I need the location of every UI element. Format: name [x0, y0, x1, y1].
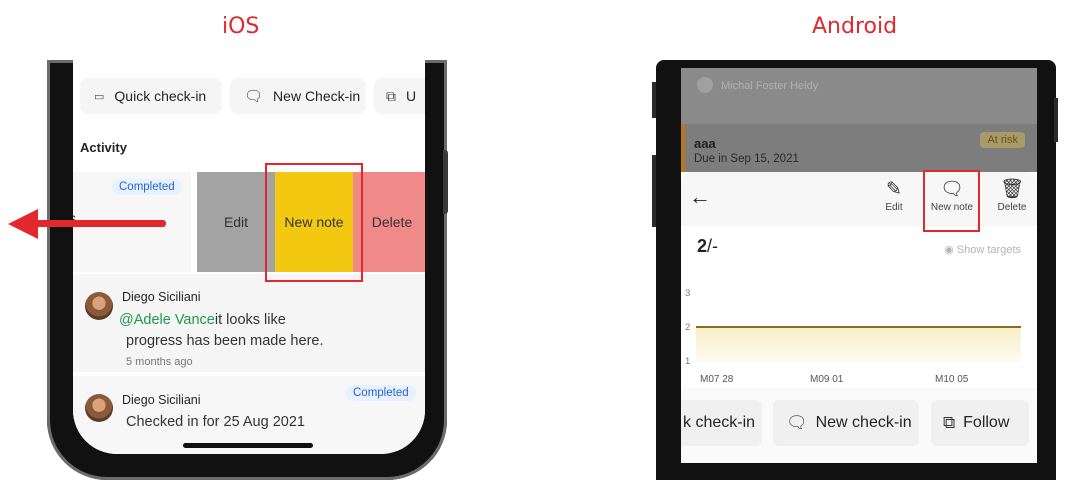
new-note-highlight: [923, 170, 980, 232]
activity-heading: Activity: [80, 140, 127, 155]
edit-button[interactable]: ✎ Edit: [868, 178, 920, 213]
follow-chip[interactable]: ⧉ U: [374, 78, 425, 114]
avatar: [85, 292, 113, 320]
ios-label: iOS: [222, 14, 260, 39]
ios-screen: ▭ Quick check-in 🗨 New Check-in ⧉ U Acti…: [73, 60, 425, 454]
android-label: Android: [812, 14, 898, 39]
status-badge: Completed: [346, 385, 416, 401]
android-side-button: [652, 155, 656, 227]
new-checkin-label: New Check-in: [273, 88, 361, 104]
chart-area-fill: [696, 327, 1021, 362]
follow-button[interactable]: ⧉ Follow: [931, 400, 1029, 446]
at-risk-badge: At risk: [980, 132, 1025, 148]
sheet-toolbar: [681, 172, 1037, 226]
swipe-arrow: [34, 220, 166, 227]
ios-side-button: [443, 150, 448, 214]
comment-card[interactable]: Diego Siciliani @Adele Vanceit looks lik…: [73, 274, 425, 372]
dimmed-goal-title: aaa: [694, 136, 716, 151]
follow-chip-label: U: [406, 88, 417, 104]
checkin-text: Checked in for 25 Aug 2021: [126, 414, 305, 430]
eye-icon: ◉: [944, 244, 957, 256]
delete-button[interactable]: 🗑 Delete: [986, 178, 1037, 213]
y-tick-label: 3: [685, 288, 691, 299]
android-screen: Michal Foster Heldy aaa Due in Sep 15, 2…: [681, 68, 1037, 463]
show-targets-toggle[interactable]: ◉ Show targets: [944, 243, 1021, 256]
android-side-button: [1054, 98, 1058, 142]
comment-text: @Adele Vanceit looks like: [119, 312, 286, 328]
mention-link[interactable]: @Adele Vance: [119, 312, 215, 328]
back-arrow-icon[interactable]: ←: [689, 184, 711, 210]
y-tick-label: 2: [685, 322, 691, 333]
home-indicator: [183, 443, 313, 448]
dimmed-goal-due: Due in Sep 15, 2021: [694, 153, 799, 165]
dimmed-person-name: Michal Foster Heldy: [721, 80, 819, 92]
checkin-author: Diego Siciliani: [122, 393, 201, 407]
swipe-edit-button[interactable]: Edit: [197, 172, 275, 272]
x-tick-label: M10 05: [935, 374, 969, 385]
chat-add-icon: 🗨: [244, 88, 264, 105]
chat-add-icon: 🗨: [786, 413, 808, 432]
quick-checkin-chip[interactable]: ▭ Quick check-in: [80, 78, 222, 114]
swipe-arrow-head: [8, 209, 38, 239]
follow-icon: ⧉: [386, 87, 396, 104]
number-pad-icon: ▭: [94, 90, 105, 103]
comment-timestamp: 5 months ago: [126, 356, 193, 368]
status-badge: Completed: [112, 179, 182, 195]
x-tick-label: M07 28: [700, 374, 734, 385]
dimmed-accent-bar: [681, 124, 685, 172]
swipe-delete-button[interactable]: Delete: [353, 172, 425, 272]
new-checkin-chip[interactable]: 🗨 New Check-in: [230, 78, 366, 114]
quick-checkin-button[interactable]: k check-in: [681, 400, 762, 446]
comment-text-line2: progress has been made here.: [126, 333, 324, 349]
new-note-highlight: [265, 163, 363, 282]
android-side-button: [652, 82, 656, 118]
y-tick-label: 1: [685, 356, 691, 367]
quick-checkin-label: Quick check-in: [114, 88, 207, 104]
pencil-icon: ✎: [886, 179, 902, 200]
follow-icon: ⧉: [943, 413, 956, 432]
comment-author: Diego Siciliani: [122, 290, 201, 304]
current-value: 2/-: [697, 236, 719, 256]
new-checkin-button[interactable]: 🗨 New check-in: [773, 400, 919, 446]
person-icon: [697, 77, 713, 93]
x-tick-label: M09 01: [810, 374, 844, 385]
trash-icon: 🗑: [999, 179, 1025, 200]
chart-series-line: [696, 326, 1021, 328]
avatar: [85, 394, 113, 422]
